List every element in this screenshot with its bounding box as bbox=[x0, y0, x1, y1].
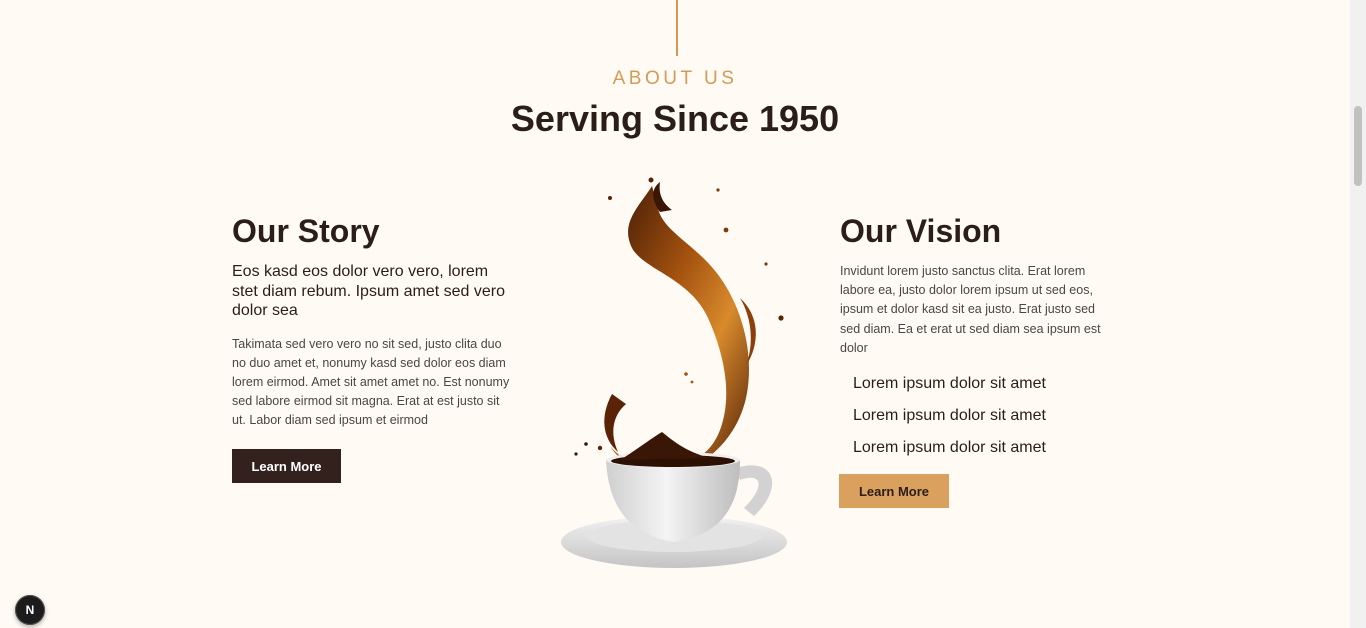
vision-list-item: Lorem ipsum dolor sit amet bbox=[853, 407, 1046, 425]
our-vision-body: Invidunt lorem justo sanctus clita. Erat… bbox=[840, 264, 1101, 355]
top-divider-line bbox=[676, 0, 678, 56]
vision-list-item: Lorem ipsum dolor sit amet bbox=[853, 439, 1046, 457]
nextjs-badge-icon[interactable]: N bbox=[15, 595, 45, 625]
section-kicker: ABOUT US bbox=[612, 68, 738, 89]
scrollbar-thumb[interactable] bbox=[1354, 106, 1362, 186]
our-story-title: Our Story bbox=[232, 213, 380, 249]
vision-list-item: Lorem ipsum dolor sit amet bbox=[853, 375, 1046, 393]
our-story-column: Our Story Eos kasd eos dolor vero vero, … bbox=[232, 212, 512, 431]
our-vision-title: Our Vision bbox=[840, 213, 1002, 249]
coffee-splash-cup-image bbox=[561, 177, 787, 568]
vertical-scrollbar[interactable] bbox=[1350, 0, 1366, 628]
about-section: ABOUT US Serving Since 1950 Our Story Eo… bbox=[0, 0, 1350, 628]
our-story-learn-more-button[interactable]: Learn More bbox=[232, 449, 341, 483]
our-vision-column: Our Vision Invidunt lorem justo sanctus … bbox=[840, 212, 1110, 464]
vision-list: Lorem ipsum dolor sit amet Lorem ipsum d… bbox=[840, 368, 1110, 464]
our-story-body: Takimata sed vero vero no sit sed, justo… bbox=[232, 336, 510, 428]
our-story-lead: Eos kasd eos dolor vero vero, lorem stet… bbox=[232, 263, 505, 319]
section-title: Serving Since 1950 bbox=[510, 98, 840, 139]
our-vision-learn-more-button[interactable]: Learn More bbox=[839, 474, 949, 508]
